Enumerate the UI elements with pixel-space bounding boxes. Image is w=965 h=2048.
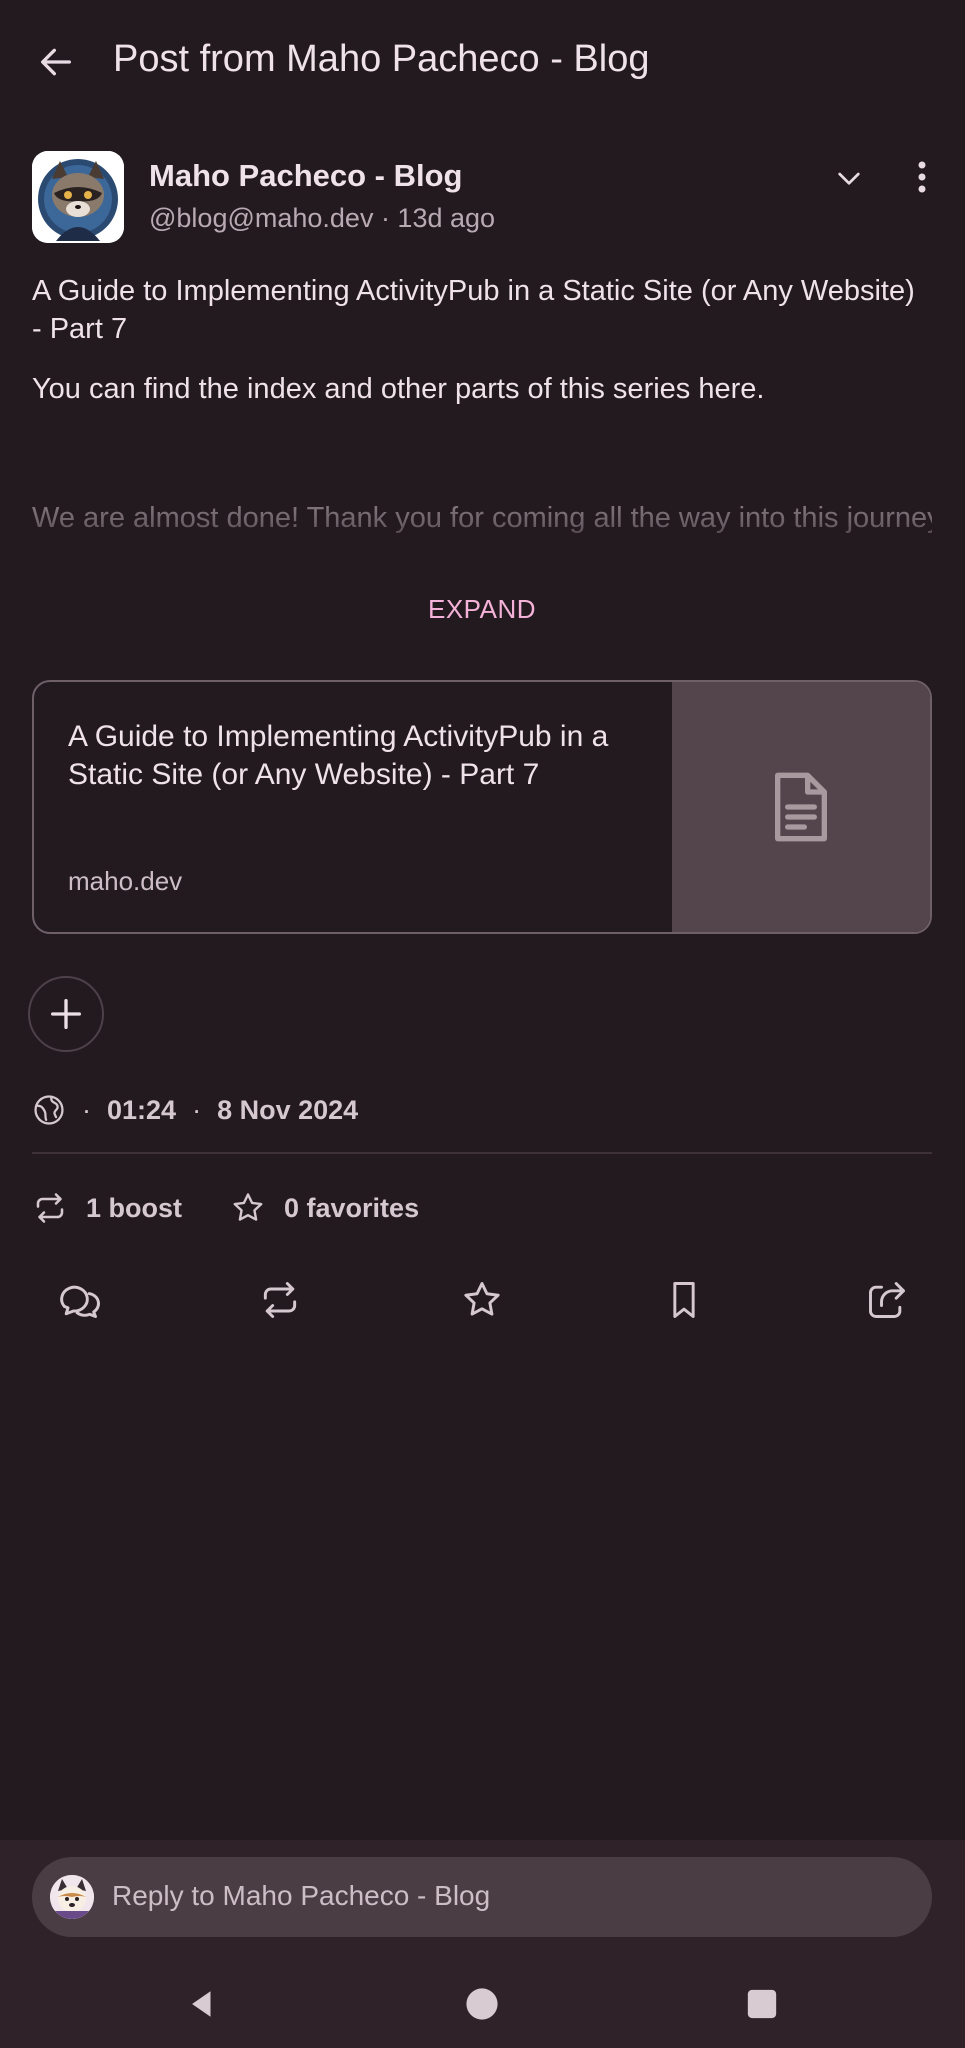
reply-icon — [60, 1285, 100, 1318]
nav-back-button[interactable] — [170, 1972, 234, 2036]
favorite-icon — [464, 1282, 500, 1316]
circle-home-icon — [466, 1988, 498, 2020]
post-intro: You can find the index and other parts o… — [32, 373, 765, 405]
boost-icon — [36, 1193, 64, 1223]
post-collapsed-text: We are almost done! Thank you for coming… — [32, 502, 932, 534]
author-avatar[interactable] — [32, 151, 124, 243]
document-icon — [775, 772, 827, 842]
link-preview-card[interactable]: A Guide to Implementing ActivityPub in a… — [32, 680, 932, 934]
chevron-down-icon — [838, 172, 860, 185]
user-avatar-image — [50, 1875, 94, 1919]
author-handle-time: @blog@maho.dev · 13d ago — [149, 203, 496, 233]
post-title: A Guide to Implementing ActivityPub in a… — [32, 275, 915, 345]
reply-placeholder: Reply to Maho Pacheco - Blog — [112, 1880, 491, 1911]
star-icon — [233, 1193, 263, 1221]
link-card-title: A Guide to Implementing ActivityPub in a… — [68, 720, 609, 791]
post-actions — [0, 1270, 965, 1330]
boost-icon — [263, 1282, 297, 1318]
globe-icon — [34, 1095, 64, 1125]
boost-button[interactable] — [250, 1270, 310, 1330]
meta-separator: · — [82, 1094, 91, 1125]
raccoon-avatar-image — [32, 151, 124, 243]
add-reaction-button[interactable] — [28, 976, 104, 1052]
boosts-count: 1 boost — [86, 1192, 183, 1223]
reply-button[interactable] — [49, 1270, 109, 1330]
system-nav-bar — [0, 1960, 965, 2048]
bookmark-button[interactable] — [654, 1270, 714, 1330]
share-button[interactable] — [857, 1270, 917, 1330]
favorites-count: 0 favorites — [284, 1192, 420, 1223]
reply-input[interactable]: Reply to Maho Pacheco - Blog — [32, 1857, 932, 1937]
square-recents-icon — [747, 1989, 777, 2019]
boosts-stat[interactable]: 1 boost — [32, 1190, 182, 1226]
nav-home-button[interactable] — [450, 1972, 514, 2036]
more-options-button[interactable] — [897, 152, 947, 202]
favorites-stat[interactable]: 0 favorites — [230, 1190, 419, 1226]
arrow-left-icon — [41, 48, 72, 76]
back-button[interactable] — [24, 30, 88, 94]
favorite-button[interactable] — [452, 1270, 512, 1330]
bookmark-icon — [673, 1282, 695, 1318]
post-time: 01:24 — [107, 1094, 177, 1125]
user-avatar — [50, 1875, 94, 1919]
page-title: Post from Maho Pacheco - Blog — [113, 38, 650, 80]
share-icon — [869, 1282, 905, 1318]
more-vertical-icon — [918, 161, 926, 193]
nav-recents-button[interactable] — [730, 1972, 794, 2036]
expand-button[interactable]: EXPAND — [382, 585, 582, 633]
top-app-bar: Post from Maho Pacheco - Blog — [0, 0, 965, 128]
stats-row: 1 boost 0 favorites — [32, 1186, 419, 1230]
author-name[interactable]: Maho Pacheco - Blog — [149, 158, 462, 194]
triangle-back-icon — [192, 1991, 211, 2017]
link-card-domain: maho.dev — [68, 866, 183, 896]
link-card-thumbnail — [672, 682, 930, 932]
post-date: 8 Nov 2024 — [217, 1094, 359, 1125]
plus-icon — [51, 999, 82, 1029]
post-meta-row: · 01:24 · 8 Nov 2024 — [32, 1090, 358, 1130]
divider — [32, 1152, 932, 1154]
meta-separator: · — [192, 1094, 202, 1125]
collapse-button[interactable] — [823, 154, 875, 202]
